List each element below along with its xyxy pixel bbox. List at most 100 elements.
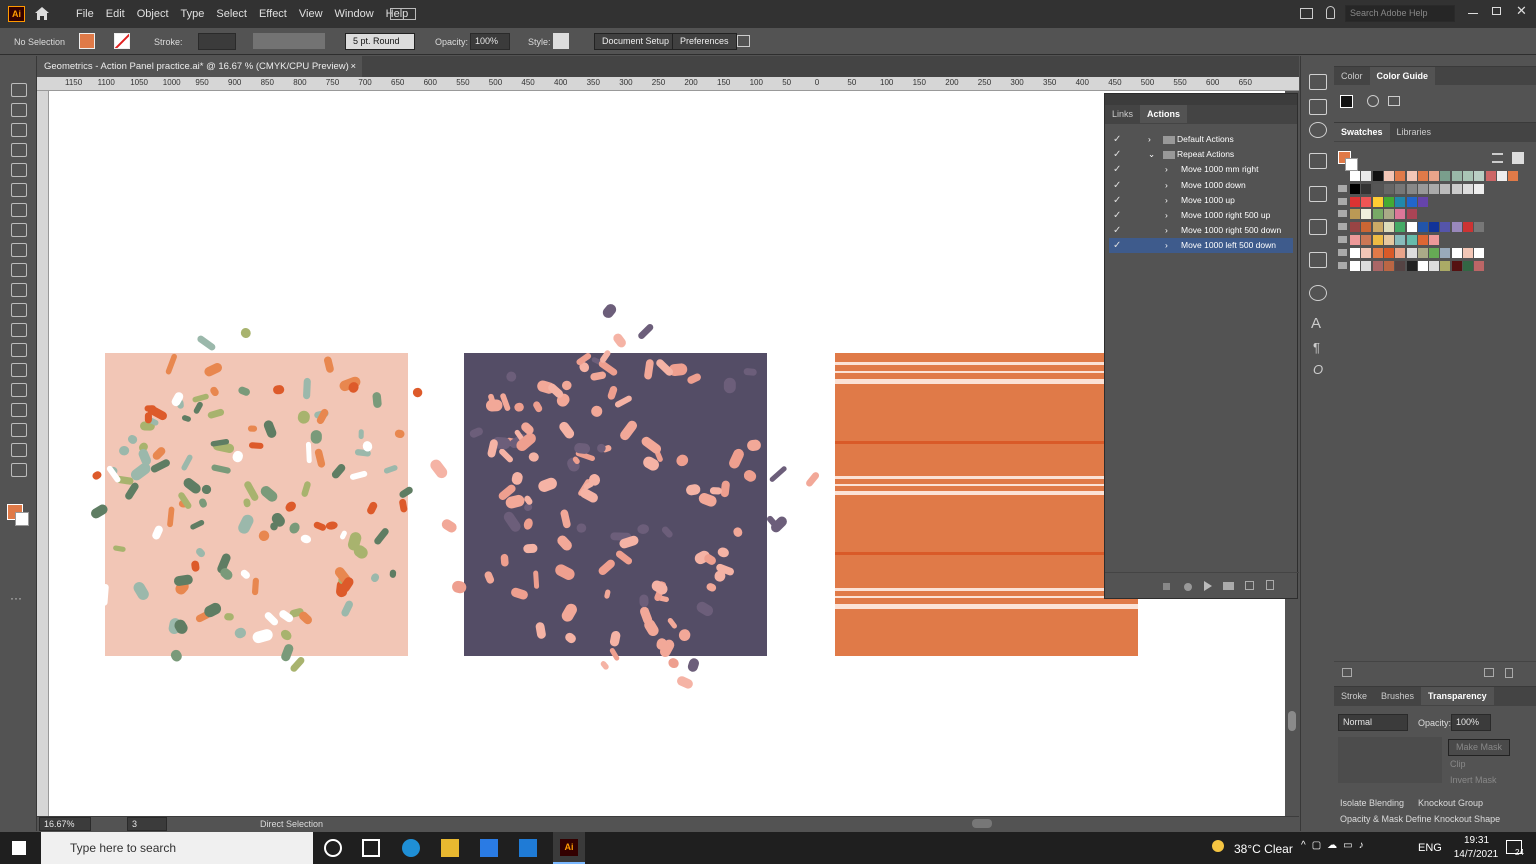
preferences-button[interactable]: Preferences [672,33,737,50]
harmony-rules-icon[interactable] [1367,95,1379,107]
eraser-tool-icon[interactable] [11,243,27,257]
color-group-folder-icon[interactable] [1338,197,1347,205]
disclosure-chevron-icon[interactable]: › [1165,193,1168,208]
color-swatch[interactable] [1440,247,1451,258]
invert-mask-checkbox[interactable]: Invert Mask [1450,775,1497,785]
color-swatch[interactable] [1361,247,1372,258]
color-group-folder-icon[interactable] [1338,248,1347,256]
stroke-swatch-large[interactable] [15,512,29,526]
color-swatch[interactable] [1361,222,1372,233]
artboard-tool-icon[interactable] [11,383,27,397]
direct-selection-tool-icon[interactable] [11,103,27,117]
toggle-checkmark-icon[interactable]: ✓ [1113,208,1121,223]
color-swatch[interactable] [1361,209,1372,220]
color-swatch[interactable] [1429,183,1440,194]
artboards-icon[interactable] [1309,153,1327,169]
appearance-icon[interactable] [1309,285,1327,301]
reflect-tool-icon[interactable] [11,223,27,237]
color-swatch[interactable] [1417,183,1428,194]
properties-icon[interactable] [1309,74,1327,90]
close-window-icon[interactable]: ✕ [1516,3,1527,19]
color-swatch[interactable] [1372,183,1383,194]
menu-object[interactable]: Object [131,8,175,20]
panel-grip[interactable] [1105,94,1297,105]
color-swatch[interactable] [1474,171,1485,181]
windows-start-icon[interactable] [12,841,26,855]
color-swatch[interactable] [1451,183,1462,194]
color-swatch[interactable] [1406,183,1417,194]
artboard-canvas[interactable] [49,91,1285,816]
color-swatch[interactable] [1383,196,1394,207]
menu-select[interactable]: Select [210,8,253,20]
home-icon[interactable] [34,6,50,21]
color-swatch[interactable] [1395,247,1406,258]
disclosure-chevron-icon[interactable]: › [1165,238,1168,253]
color-swatch[interactable] [1474,247,1485,258]
action-row[interactable]: ✓ › Move 1000 down [1109,178,1293,193]
variable-width-profile[interactable] [253,33,325,49]
opacity-mask-knockout-checkbox[interactable]: Opacity & Mask Define Knockout Shape [1340,814,1500,824]
vertical-scroll-thumb[interactable] [1288,711,1296,731]
paragraph-icon[interactable]: ¶ [1313,340,1320,355]
selection-tool-icon[interactable] [11,83,27,97]
color-swatch[interactable] [1350,247,1360,258]
pin-tool-icon[interactable] [11,263,27,277]
minimize-icon[interactable] [1468,13,1478,14]
blend-tool-icon[interactable] [11,343,27,357]
character-icon[interactable]: A [1311,315,1321,332]
tab-brushes[interactable]: Brushes [1374,687,1421,705]
artboard-number[interactable]: 3 [127,817,167,831]
color-swatch[interactable] [1383,222,1394,233]
color-swatch[interactable] [1395,260,1406,271]
play-icon[interactable] [1204,581,1212,591]
color-swatch[interactable] [1383,235,1394,245]
file-explorer-icon[interactable] [441,839,459,857]
color-group-folder-icon[interactable] [1338,261,1347,269]
color-swatch[interactable] [1350,183,1360,194]
color-group-folder-icon[interactable] [1338,210,1347,218]
tab-actions[interactable]: Actions [1140,105,1188,123]
color-swatch[interactable] [1383,209,1394,220]
color-swatch[interactable] [1372,260,1383,271]
action-row[interactable]: ✓ › Move 1000 left 500 down [1109,238,1293,254]
color-swatch[interactable] [1372,222,1383,233]
color-swatch[interactable] [1406,260,1417,271]
menu-edit[interactable]: Edit [100,8,131,20]
disclosure-chevron-icon[interactable]: › [1148,132,1151,147]
help-search-input[interactable]: Search Adobe Help [1345,5,1455,22]
delete-swatch-icon[interactable] [1505,668,1513,678]
color-swatch[interactable] [1429,260,1440,271]
color-swatch[interactable] [1417,222,1428,233]
gradient-tool-icon[interactable] [11,303,27,317]
graph-tool-icon[interactable] [11,423,27,437]
color-swatch[interactable] [1440,171,1451,181]
color-swatch[interactable] [1429,247,1440,258]
task-view-icon[interactable] [362,839,380,857]
color-group-folder-icon[interactable] [1338,236,1347,243]
libraries-icon[interactable] [1309,99,1327,115]
curvature-tool-icon[interactable] [11,143,27,157]
language-indicator[interactable]: ENG [1418,842,1442,854]
disclosure-chevron-icon[interactable]: › [1165,223,1168,238]
new-set-folder-icon[interactable] [1223,582,1234,590]
base-color-swatch[interactable] [1340,95,1353,108]
new-swatch-icon[interactable] [1484,668,1494,677]
tab-color[interactable]: Color [1334,67,1370,85]
color-group-folder-icon[interactable] [1338,223,1347,231]
warp-tool-icon[interactable] [11,283,27,297]
color-swatch[interactable] [1496,171,1507,181]
color-swatch[interactable] [1383,183,1394,194]
delete-icon[interactable] [1266,580,1274,590]
weather-text[interactable]: 38°C Clear [1234,842,1293,856]
color-swatch[interactable] [1417,235,1428,245]
workspace-switcher-icon[interactable] [390,8,416,20]
color-swatch[interactable] [1417,260,1428,271]
color-swatch[interactable] [1451,260,1462,271]
color-swatch[interactable] [1429,171,1440,181]
document-setup-button[interactable]: Document Setup [594,33,678,50]
color-swatch[interactable] [1474,183,1485,194]
disclosure-chevron-icon[interactable]: › [1165,208,1168,223]
transparency-opacity-input[interactable]: 100% [1451,714,1491,731]
toggle-checkmark-icon[interactable]: ✓ [1113,162,1121,177]
color-swatch[interactable] [1395,196,1406,207]
